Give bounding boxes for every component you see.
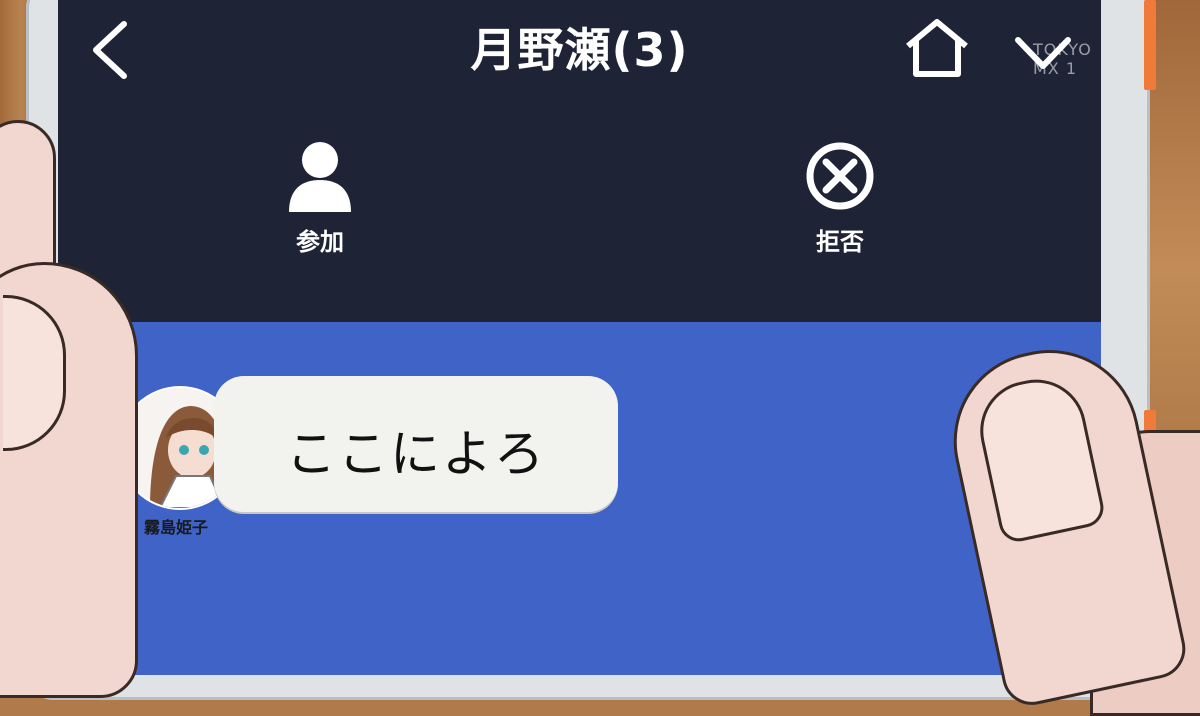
left-thumb bbox=[0, 262, 138, 698]
channel-watermark: TOKYO MX 1 bbox=[1033, 40, 1092, 78]
left-thumbnail bbox=[3, 295, 66, 451]
join-label: 参加 bbox=[296, 228, 344, 256]
home-button[interactable] bbox=[898, 18, 976, 80]
close-circle-icon bbox=[806, 142, 874, 210]
home-icon bbox=[906, 19, 968, 77]
phone-side-button bbox=[1144, 0, 1156, 90]
message-bubble[interactable]: ここによろ bbox=[214, 376, 618, 512]
decline-label: 拒否 bbox=[816, 228, 864, 256]
phone-screen: 月野瀬(3) TOKYO MX 1 参加 拒否 霧島姫子 ここによろ bbox=[58, 0, 1101, 675]
person-icon bbox=[289, 142, 351, 212]
right-thumbnail bbox=[970, 370, 1108, 545]
decline-action[interactable]: 拒否 bbox=[780, 140, 900, 257]
message-text: ここによろ bbox=[286, 425, 546, 483]
chat-header: 月野瀬(3) TOKYO MX 1 参加 拒否 bbox=[58, 0, 1101, 322]
join-action[interactable]: 参加 bbox=[260, 140, 380, 257]
